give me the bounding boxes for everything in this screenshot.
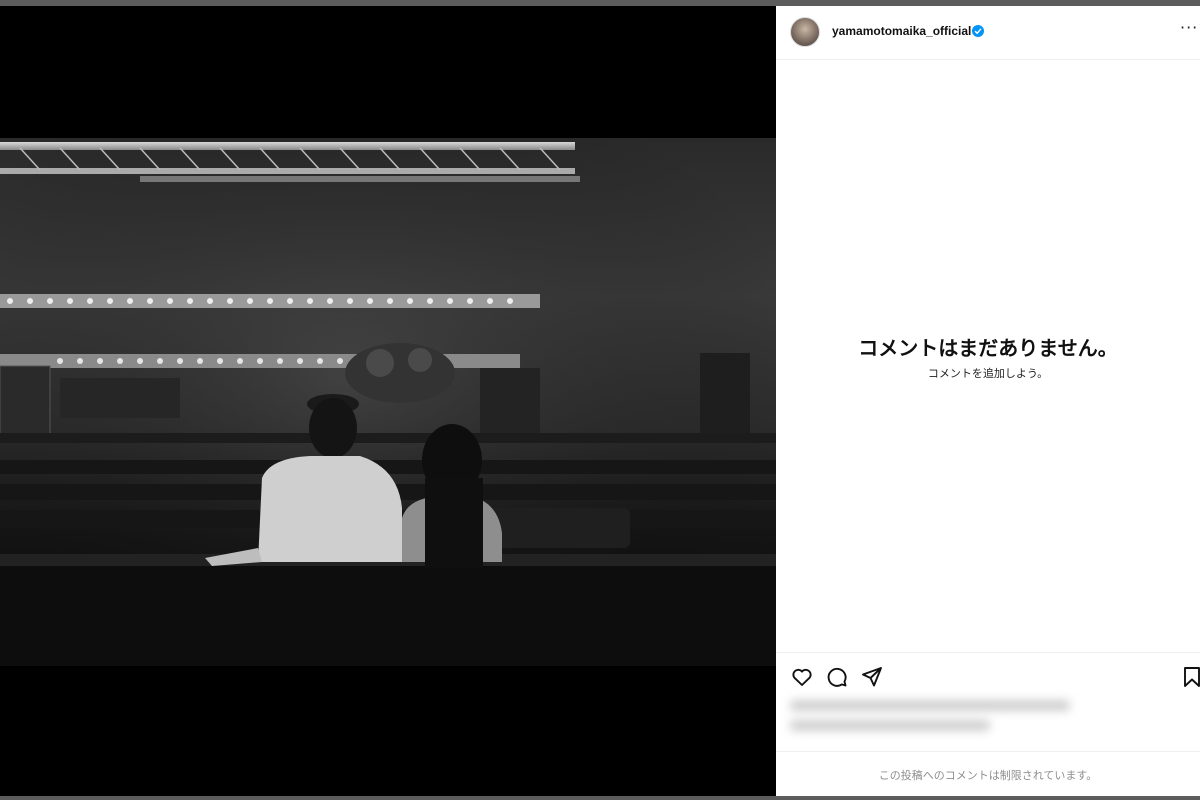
empty-comments-subtitle: コメントを追加しよう。	[927, 367, 1049, 380]
empty-comments-title: コメントはまだありません。	[858, 336, 1118, 360]
share-icon[interactable]	[860, 665, 884, 689]
restricted-notice-text: この投稿へのコメントは制限されています。	[878, 769, 1098, 782]
verified-badge-icon	[972, 25, 984, 37]
post-photo	[0, 138, 776, 666]
post-viewer: yamamotomaika_official ··· コメントはまだありません。…	[0, 6, 1200, 796]
bookmark-icon[interactable]	[1180, 665, 1200, 689]
more-options-icon[interactable]: ···	[1180, 20, 1198, 36]
post-media[interactable]	[0, 6, 776, 796]
blurred-likes-caption	[790, 695, 1086, 745]
comments-panel: yamamotomaika_official ··· コメントはまだありません。…	[776, 6, 1200, 796]
avatar[interactable]	[790, 17, 820, 47]
comments-restricted-notice: この投稿へのコメントは制限されています。	[776, 751, 1200, 799]
comment-icon[interactable]	[825, 665, 849, 689]
heart-icon[interactable]	[790, 665, 814, 689]
post-actions: この投稿へのコメントは制限されています。	[776, 652, 1200, 798]
post-header: yamamotomaika_official ···	[776, 6, 1200, 60]
username-link[interactable]: yamamotomaika_official	[832, 24, 971, 38]
